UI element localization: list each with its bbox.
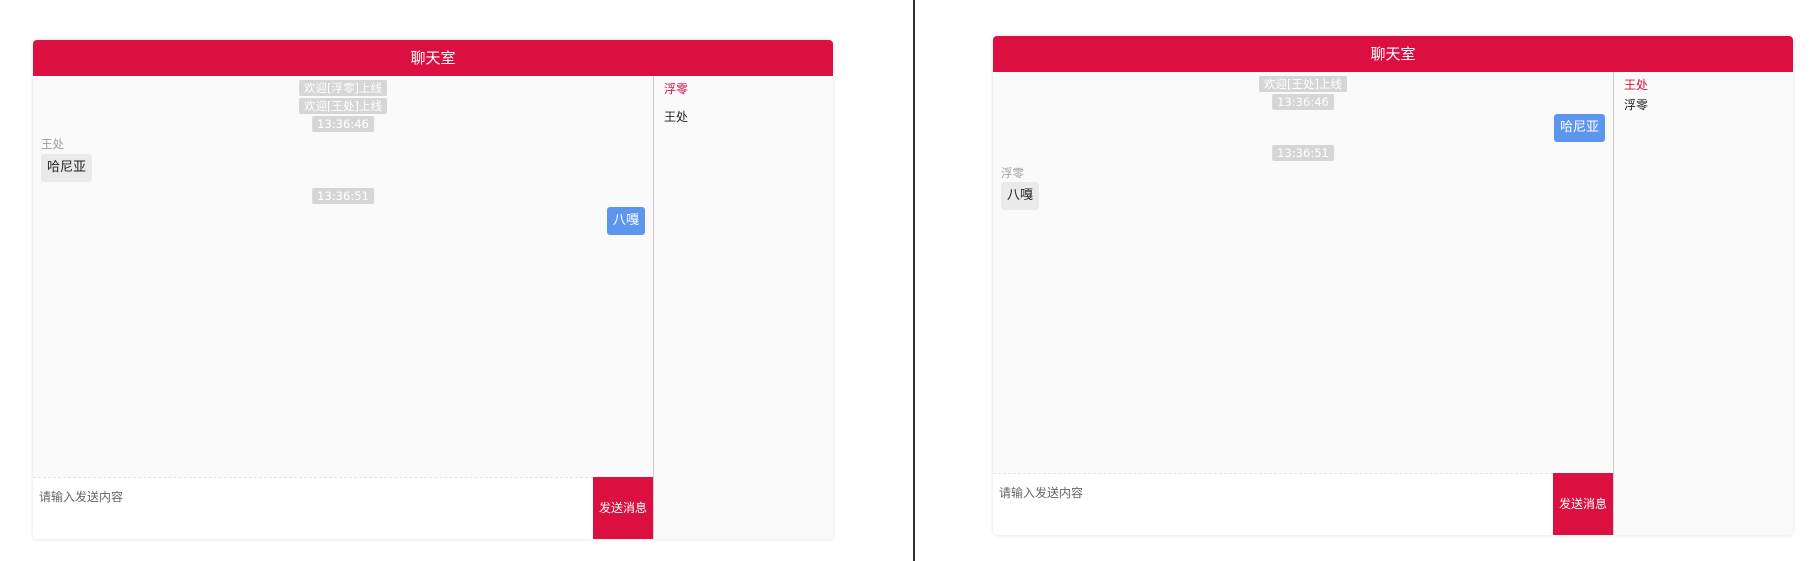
message-area[interactable]: 欢迎[浮零]上线 欢迎[王处]上线 13:36:46 王处 哈尼亚 13:36:… [33, 76, 653, 477]
chat-title: 聊天室 [410, 49, 456, 67]
sent-message-bubble: 哈尼亚 [1553, 114, 1605, 142]
chat-window-right: 聊天室 欢迎[王处]上线 13:36:46 哈尼亚 13:36:51 浮零 八嘎… [993, 36, 1793, 535]
input-placeholder: 请输入发送内容 [999, 486, 1084, 500]
user-list-item-self[interactable]: 王处 [1624, 76, 1648, 93]
chat-window-left: 聊天室 欢迎[浮零]上线 欢迎[王处]上线 13:36:46 王处 哈尼亚 13… [33, 40, 833, 539]
sender-name: 浮零 [1001, 166, 1024, 180]
timestamp: 13:36:46 [312, 116, 374, 132]
input-placeholder: 请输入发送内容 [39, 490, 124, 504]
send-message-button[interactable]: 发送消息 [1553, 473, 1613, 535]
sender-name: 王处 [41, 137, 64, 151]
window-divider [913, 0, 915, 561]
online-user-list: 王处 浮零 [1613, 72, 1793, 535]
message-area[interactable]: 欢迎[王处]上线 13:36:46 哈尼亚 13:36:51 浮零 八嘎 [993, 72, 1613, 473]
system-message: 欢迎[浮零]上线 [299, 80, 387, 96]
online-user-list: 浮零 王处 [653, 76, 833, 539]
chat-header: 聊天室 [33, 40, 833, 76]
sent-message-bubble: 八嘎 [606, 207, 645, 235]
system-message: 欢迎[王处]上线 [299, 98, 387, 114]
chat-header: 聊天室 [993, 36, 1793, 72]
user-list-item[interactable]: 浮零 [1624, 96, 1648, 113]
send-message-button[interactable]: 发送消息 [593, 477, 653, 539]
user-list-item-self[interactable]: 浮零 [664, 80, 688, 97]
user-list-item[interactable]: 王处 [664, 108, 688, 125]
received-message-bubble: 八嘎 [1001, 182, 1040, 210]
timestamp: 13:36:51 [1272, 145, 1334, 161]
chat-title: 聊天室 [1370, 45, 1416, 63]
timestamp: 13:36:51 [312, 188, 374, 204]
timestamp: 13:36:46 [1272, 94, 1334, 110]
message-input[interactable]: 请输入发送内容 [33, 477, 593, 539]
received-message-bubble: 哈尼亚 [41, 154, 93, 182]
message-input[interactable]: 请输入发送内容 [993, 473, 1553, 535]
system-message: 欢迎[王处]上线 [1259, 76, 1347, 92]
